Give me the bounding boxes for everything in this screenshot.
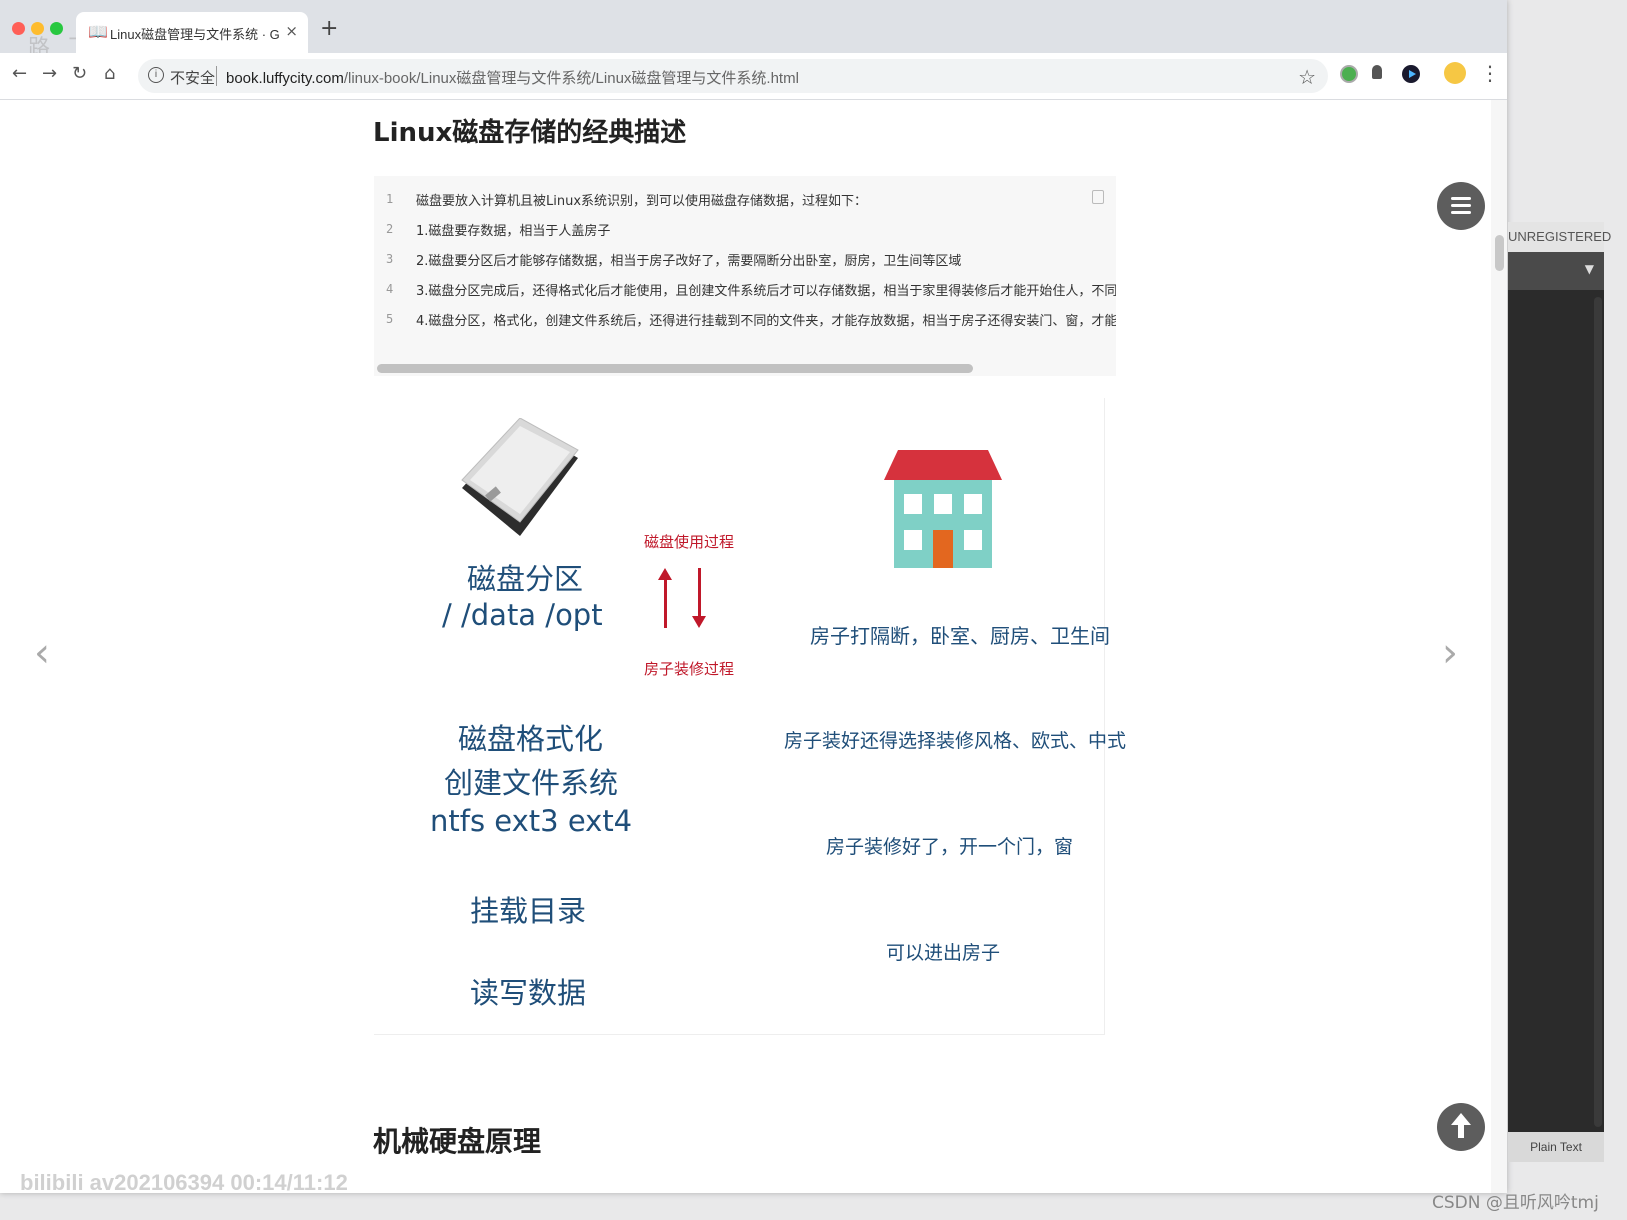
url-text[interactable]: book.luffycity.com/linux-book/Linux磁盘管理与…	[226, 67, 799, 88]
create-fs-label: 创建文件系统	[444, 766, 619, 800]
line-number: 5	[386, 312, 394, 326]
video-watermark: bilibili av202106394 00:14/11:12	[20, 1170, 348, 1195]
address-bar[interactable]: i 不安全 book.luffycity.com/linux-book/Linu…	[138, 59, 1328, 93]
house-style-label: 房子装好还得选择装修风格、欧式、中式	[784, 730, 1127, 752]
new-tab-button[interactable]: +	[320, 18, 338, 40]
page-scrollbar-thumb[interactable]	[1495, 235, 1504, 271]
editor-scrollbar[interactable]	[1594, 297, 1602, 1127]
house-door-label: 房子装修好了，开一个门，窗	[826, 836, 1074, 858]
rw-data-label: 读写数据	[470, 976, 587, 1010]
extension-bulb-icon[interactable]	[1372, 65, 1382, 79]
mount-points-label: / /data /opt	[442, 598, 603, 632]
extension-green-icon[interactable]	[1340, 65, 1358, 83]
disk-house-diagram: 磁盘分区 / /data /opt 磁盘使用过程 房子装修过程 房子打隔断，卧室…	[374, 398, 1126, 1035]
tab-gitbook[interactable]: 📖 Linux磁盘管理与文件系统 · GitB ×	[76, 12, 308, 53]
home-icon[interactable]: ⌂	[104, 63, 115, 85]
extension-play-icon[interactable]	[1402, 65, 1420, 83]
line-number: 2	[386, 222, 394, 236]
insecure-label: 不安全	[170, 69, 216, 87]
page-content: Linux磁盘存储的经典描述 1 磁盘要放入计算机且被Linux系统识别，到可以…	[0, 100, 1507, 1193]
arrow-down-shaft	[698, 568, 701, 616]
unregistered-tag: UNREGISTERED	[1508, 222, 1611, 252]
url-host: book.luffycity.com	[226, 70, 344, 87]
line-number: 4	[386, 282, 394, 296]
code-text: 磁盘要放入计算机且被Linux系统识别，到可以使用磁盘存储数据，过程如下：	[416, 194, 868, 209]
code-text: 1.磁盘要存数据，相当于人盖房子	[416, 224, 611, 239]
back-to-top-button[interactable]	[1437, 1103, 1485, 1151]
code-text: 3.磁盘分区完成后，还得格式化后才能使用，且创建文件系统后才可以存储数据，相当于…	[416, 284, 1116, 299]
section-heading: Linux磁盘存储的经典描述	[373, 118, 687, 148]
arrow-up-shaft	[664, 580, 667, 628]
hard-disk-icon	[461, 418, 579, 536]
forward-icon[interactable]: →	[42, 63, 57, 85]
toc-menu-button[interactable]	[1437, 182, 1485, 230]
browser-menu-icon[interactable]: ⋮	[1480, 61, 1500, 85]
book-icon: 📖	[88, 22, 108, 41]
close-window-button[interactable]	[12, 22, 25, 35]
url-divider	[216, 66, 217, 86]
menu-bar	[1451, 204, 1471, 207]
code-text: 2.磁盘要分区后才能够存储数据，相当于房子改好了，需要隔断分出卧室，厨房，卫生间…	[416, 254, 962, 269]
menu-bar	[1451, 197, 1471, 200]
profile-avatar[interactable]	[1444, 62, 1466, 84]
tab-close-icon[interactable]: ×	[285, 22, 298, 40]
reload-icon[interactable]: ↻	[72, 63, 87, 85]
mount-dir-label: 挂载目录	[470, 894, 587, 928]
line-number: 3	[386, 252, 394, 266]
arrow-down-icon	[692, 616, 706, 628]
editor-tab-bar: ▼	[1508, 252, 1604, 290]
code-line: 2 1.磁盘要存数据，相当于人盖房子	[374, 216, 1116, 246]
disk-format-label: 磁盘格式化	[458, 722, 604, 756]
code-block: 1 磁盘要放入计算机且被Linux系统识别，到可以使用磁盘存储数据，过程如下： …	[374, 176, 1116, 376]
csdn-credit: CSDN @且听风吟tmj	[1432, 1193, 1599, 1213]
house-icon	[884, 450, 1002, 568]
prev-page-arrow[interactable]: ‹	[34, 630, 50, 676]
line-number: 1	[386, 192, 394, 206]
tab-bar: 路飞学城 📖 Linux磁盘管理与文件系统 · GitB × +	[0, 0, 1507, 61]
page-scrollbar[interactable]	[1491, 100, 1507, 1193]
fs-types-label: ntfs ext3 ext4	[430, 804, 633, 838]
code-line: 5 4.磁盘分区，格式化，创建文件系统后，还得进行挂载到不同的文件夹，才能存放数…	[374, 306, 1116, 336]
tab-title: Linux磁盘管理与文件系统 · GitB	[110, 27, 280, 42]
menu-bar	[1451, 211, 1471, 214]
url-path: /linux-book/Linux磁盘管理与文件系统/Linux磁盘管理与文件系…	[343, 70, 799, 87]
dropdown-caret-icon[interactable]: ▼	[1585, 262, 1594, 276]
code-line: 1 磁盘要放入计算机且被Linux系统识别，到可以使用磁盘存储数据，过程如下：	[374, 186, 1116, 216]
back-icon[interactable]: ←	[12, 63, 27, 85]
house-partition-label: 房子打隔断，卧室、厨房、卫生间	[810, 624, 1110, 648]
section-heading-2: 机械硬盘原理	[373, 1125, 542, 1158]
editor-syntax-status[interactable]: Plain Text	[1508, 1132, 1604, 1162]
disk-usage-label: 磁盘使用过程	[644, 533, 735, 551]
code-line: 4 3.磁盘分区完成后，还得格式化后才能使用，且创建文件系统后才可以存储数据，相…	[374, 276, 1116, 306]
side-text-editor: UNREGISTERED ▼ Plain Text	[1508, 222, 1611, 1162]
bookmark-star-icon[interactable]: ☆	[1298, 65, 1316, 89]
house-enter-label: 可以进出房子	[886, 942, 1001, 964]
next-page-arrow[interactable]: ›	[1442, 630, 1458, 676]
arrow-up-icon	[658, 568, 672, 580]
info-icon[interactable]: i	[148, 67, 164, 83]
house-decor-label: 房子装修过程	[644, 660, 735, 678]
code-text: 4.磁盘分区，格式化，创建文件系统后，还得进行挂载到不同的文件夹，才能存放数据，…	[416, 314, 1116, 329]
browser-window: 路飞学城 📖 Linux磁盘管理与文件系统 · GitB × + ← → ↻ ⌂…	[0, 0, 1507, 1193]
code-line: 3 2.磁盘要分区后才能够存储数据，相当于房子改好了，需要隔断分出卧室，厨房，卫…	[374, 246, 1116, 276]
code-horizontal-scrollbar[interactable]	[377, 364, 973, 373]
browser-toolbar: ← → ↻ ⌂ i 不安全 book.luffycity.com/linux-b…	[0, 53, 1507, 100]
disk-partition-label: 磁盘分区	[467, 562, 584, 596]
